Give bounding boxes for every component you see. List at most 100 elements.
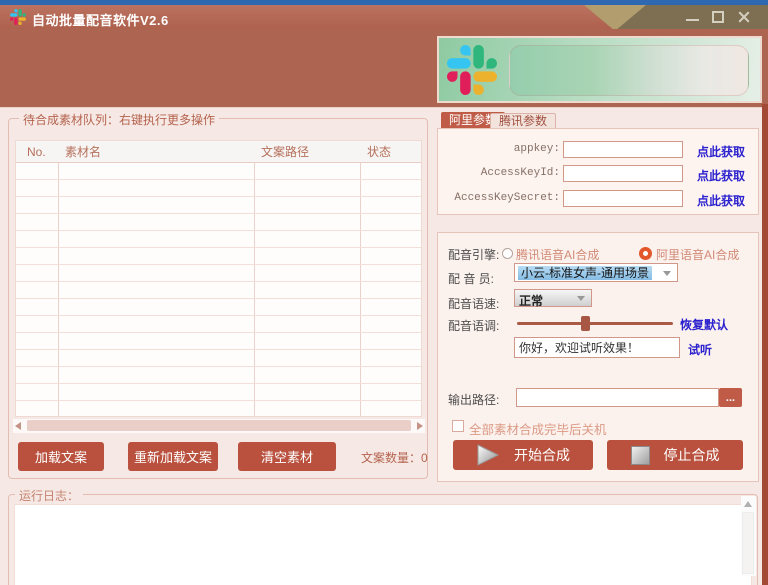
table-row[interactable]: [16, 282, 421, 299]
scroll-up-icon[interactable]: [744, 501, 752, 507]
material-table[interactable]: No. 素材名 文案路径 状态: [15, 140, 422, 417]
table-row[interactable]: [16, 231, 421, 248]
table-row[interactable]: [16, 197, 421, 214]
table-cell: [361, 299, 421, 315]
radio-ali-label[interactable]: 阿里语音AI合成: [656, 246, 739, 263]
table-header: No. 素材名 文案路径 状态: [16, 141, 421, 163]
radio-tencent-engine[interactable]: [502, 248, 513, 259]
output-path-input[interactable]: [516, 388, 719, 407]
table-cell: [16, 197, 59, 213]
stop-icon: [631, 446, 650, 465]
scroll-right-icon[interactable]: [417, 422, 423, 430]
table-row[interactable]: [16, 333, 421, 350]
close-icon[interactable]: [737, 10, 751, 24]
voice-label: 配 音 员:: [448, 270, 494, 287]
dropdown-arrow-icon[interactable]: [663, 271, 671, 276]
table-row[interactable]: [16, 214, 421, 231]
table-row[interactable]: [16, 401, 421, 417]
table-cell: [361, 316, 421, 332]
shutdown-checkbox[interactable]: [452, 420, 464, 432]
start-synth-button[interactable]: 开始合成: [453, 440, 593, 470]
copy-count: 文案数量：0: [361, 449, 428, 466]
table-cell: [16, 299, 59, 315]
pitch-slider-handle[interactable]: [581, 316, 590, 331]
horizontal-scrollbar[interactable]: [13, 419, 425, 433]
load-copy-button[interactable]: 加载文案: [18, 442, 104, 471]
table-cell: [255, 248, 361, 264]
dropdown-arrow-icon[interactable]: [577, 296, 585, 301]
pitch-label: 配音语调:: [448, 317, 499, 334]
scrollbar-thumb[interactable]: [27, 420, 411, 431]
radio-tencent-label[interactable]: 腾讯语音AI合成: [516, 246, 599, 263]
accesskeyid-get-link[interactable]: 点此获取: [697, 167, 745, 184]
appkey-get-link[interactable]: 点此获取: [697, 143, 745, 160]
table-cell: [59, 367, 255, 383]
table-row[interactable]: [16, 350, 421, 367]
table-row[interactable]: [16, 265, 421, 282]
copy-count-label: 文案数量：: [361, 451, 421, 465]
app-window: 自动批量配音软件V2.6 待合成素材队列：右键执行更多操作 No. 素材名 文案…: [0, 0, 768, 585]
table-cell: [361, 214, 421, 230]
table-row[interactable]: [16, 367, 421, 384]
table-cell: [59, 265, 255, 281]
table-row[interactable]: [16, 163, 421, 180]
voice-dropdown[interactable]: 小云-标准女声-通用场景: [514, 263, 678, 282]
tab-tencent-params[interactable]: 腾讯参数: [490, 113, 556, 129]
scroll-left-icon[interactable]: [15, 422, 21, 430]
pitch-slider-track[interactable]: [517, 322, 673, 325]
table-cell: [16, 350, 59, 366]
table-cell: [16, 316, 59, 332]
scrollbar-thumb[interactable]: [742, 512, 754, 574]
table-cell: [16, 384, 59, 400]
table-row[interactable]: [16, 316, 421, 333]
pitch-reset-link[interactable]: 恢复默认: [680, 316, 728, 333]
table-cell: [361, 265, 421, 281]
table-row[interactable]: [16, 180, 421, 197]
table-cell: [16, 163, 59, 179]
maximize-icon[interactable]: [712, 11, 724, 23]
appkey-input[interactable]: [563, 141, 683, 158]
accesskeyid-input[interactable]: [563, 165, 683, 182]
play-icon: [476, 444, 500, 466]
table-cell: [255, 350, 361, 366]
accesskeysecret-input[interactable]: [563, 190, 683, 207]
table-cell: [361, 401, 421, 417]
minimize-icon[interactable]: [686, 19, 699, 21]
table-cell: [59, 350, 255, 366]
table-cell: [16, 231, 59, 247]
table-cell: [255, 384, 361, 400]
start-synth-label: 开始合成: [514, 445, 570, 465]
column-header-no: No.: [16, 141, 59, 163]
table-cell: [255, 367, 361, 383]
appkey-label: appkey:: [441, 141, 560, 158]
shutdown-checkbox-label[interactable]: 全部素材合成完毕后关机: [469, 419, 607, 438]
column-header-status: 状态: [361, 141, 421, 163]
table-cell: [16, 333, 59, 349]
table-cell: [59, 163, 255, 179]
table-row[interactable]: [16, 248, 421, 265]
reload-copy-button[interactable]: 重新加载文案: [128, 442, 218, 471]
vertical-scrollbar[interactable]: [741, 496, 756, 576]
window-title: 自动批量配音软件V2.6: [32, 10, 169, 29]
browse-ellipsis-icon[interactable]: ...: [719, 388, 742, 407]
log-textarea[interactable]: [14, 504, 752, 585]
banner-logo-box: [437, 36, 762, 103]
accesskeyid-label: AccessKeyId:: [441, 165, 560, 182]
accesskeysecret-get-link[interactable]: 点此获取: [697, 192, 745, 209]
test-text-input[interactable]: [514, 337, 680, 358]
radio-ali-engine[interactable]: [639, 247, 652, 260]
table-cell: [59, 384, 255, 400]
table-cell: [361, 248, 421, 264]
stop-synth-button[interactable]: 停止合成: [607, 440, 743, 470]
table-cell: [361, 231, 421, 247]
speed-dropdown[interactable]: 正常: [514, 289, 592, 307]
voice-selected-value: 小云-标准女声-通用场景: [518, 266, 652, 280]
table-cell: [255, 333, 361, 349]
slack-logo-icon: [10, 9, 26, 25]
column-header-path: 文案路径: [255, 141, 361, 163]
table-row[interactable]: [16, 384, 421, 401]
table-row[interactable]: [16, 299, 421, 316]
audition-link[interactable]: 试听: [688, 341, 712, 358]
table-cell: [16, 180, 59, 196]
clear-material-button[interactable]: 清空素材: [238, 442, 336, 471]
